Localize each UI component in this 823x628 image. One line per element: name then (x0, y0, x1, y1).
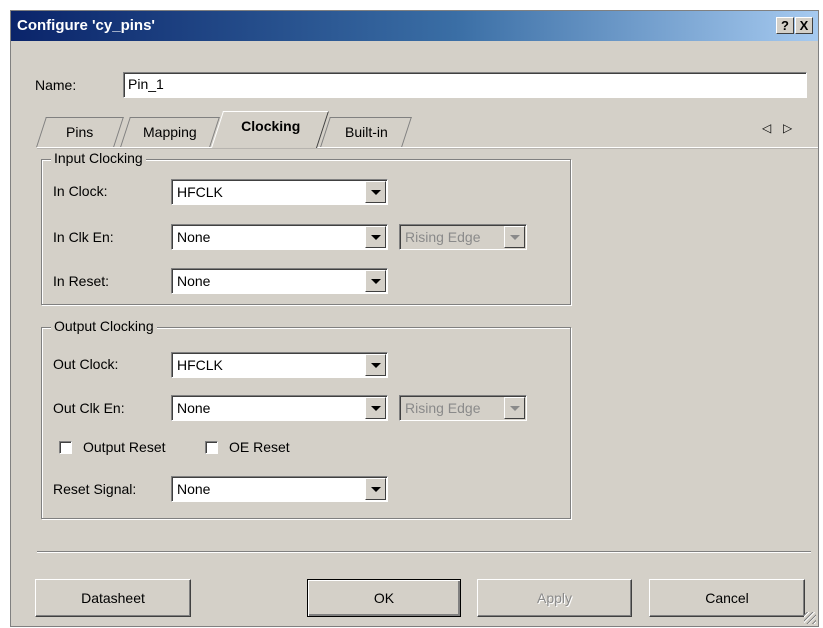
chevron-down-icon[interactable] (365, 181, 386, 203)
tab-strip-shadow (37, 148, 818, 149)
in-reset-label: In Reset: (53, 273, 110, 289)
in-clock-select[interactable]: HFCLK (171, 179, 388, 205)
cancel-button-label: Cancel (705, 590, 749, 606)
input-clocking-title: Input Clocking (51, 150, 146, 166)
tab-clocking[interactable]: Clocking (210, 111, 330, 148)
datasheet-button[interactable]: Datasheet (35, 579, 191, 617)
in-reset-value: None (177, 273, 211, 289)
out-clk-en-value: None (177, 400, 211, 416)
out-clock-value: HFCLK (177, 357, 223, 373)
out-clk-en-edge-select: Rising Edge (399, 395, 527, 421)
tab-mapping[interactable]: Mapping (120, 117, 220, 147)
in-clk-en-select[interactable]: None (171, 224, 388, 250)
reset-signal-value: None (177, 481, 211, 497)
window-title: Configure 'cy_pins' (17, 17, 155, 34)
in-clock-label: In Clock: (53, 183, 108, 199)
out-clk-en-label: Out Clk En: (53, 400, 125, 416)
chevron-down-icon[interactable] (365, 226, 386, 248)
tab-scroll-right-icon[interactable]: ▷ (783, 121, 792, 135)
configure-dialog: Configure 'cy_pins' ? X Name: Pin_1 Pins… (10, 10, 819, 627)
ok-button[interactable]: OK (307, 579, 461, 617)
title-bar[interactable]: Configure 'cy_pins' ? X (11, 11, 818, 41)
chevron-down-icon[interactable] (365, 270, 386, 292)
tab-pins-label: Pins (66, 124, 94, 140)
chevron-down-icon[interactable] (365, 354, 386, 376)
tab-built-in[interactable]: Built-in (320, 117, 412, 147)
close-button[interactable]: X (795, 17, 813, 34)
name-input[interactable]: Pin_1 (123, 72, 807, 98)
ok-button-label: OK (373, 590, 395, 606)
datasheet-button-label: Datasheet (81, 590, 145, 606)
output-reset-label[interactable]: Output Reset (83, 439, 166, 455)
out-clk-en-select[interactable]: None (171, 395, 388, 421)
oe-reset-label[interactable]: OE Reset (229, 439, 290, 455)
separator-highlight (37, 552, 811, 553)
in-clock-value: HFCLK (177, 184, 223, 200)
in-clk-en-label: In Clk En: (53, 229, 114, 245)
tab-mapping-label: Mapping (143, 124, 197, 140)
tab-built-in-label: Built-in (344, 124, 388, 140)
in-clk-en-edge-select: Rising Edge (399, 224, 527, 250)
out-clock-label: Out Clock: (53, 356, 119, 372)
resize-grip-icon[interactable] (804, 612, 816, 624)
reset-signal-select[interactable]: None (171, 476, 388, 502)
in-clk-en-edge-value: Rising Edge (405, 229, 481, 245)
output-clocking-title: Output Clocking (51, 318, 157, 334)
out-clk-en-edge-value: Rising Edge (405, 400, 481, 416)
output-reset-checkbox[interactable] (59, 441, 72, 454)
tab-clocking-label: Clocking (241, 118, 301, 134)
in-clk-en-value: None (177, 229, 211, 245)
cancel-button[interactable]: Cancel (649, 579, 805, 617)
chevron-down-icon[interactable] (365, 397, 386, 419)
out-clock-select[interactable]: HFCLK (171, 352, 388, 378)
in-reset-select[interactable]: None (171, 268, 388, 294)
tab-scroll-left-icon[interactable]: ◁ (762, 121, 771, 135)
tab-pins[interactable]: Pins (36, 117, 124, 147)
apply-button-label: Apply (536, 590, 573, 606)
chevron-down-icon (504, 397, 525, 419)
apply-button: Apply (477, 579, 632, 617)
oe-reset-checkbox[interactable] (205, 441, 218, 454)
reset-signal-label: Reset Signal: (53, 481, 137, 497)
chevron-down-icon (504, 226, 525, 248)
help-button[interactable]: ? (776, 17, 794, 34)
name-label: Name: (35, 77, 77, 93)
chevron-down-icon[interactable] (365, 478, 386, 500)
